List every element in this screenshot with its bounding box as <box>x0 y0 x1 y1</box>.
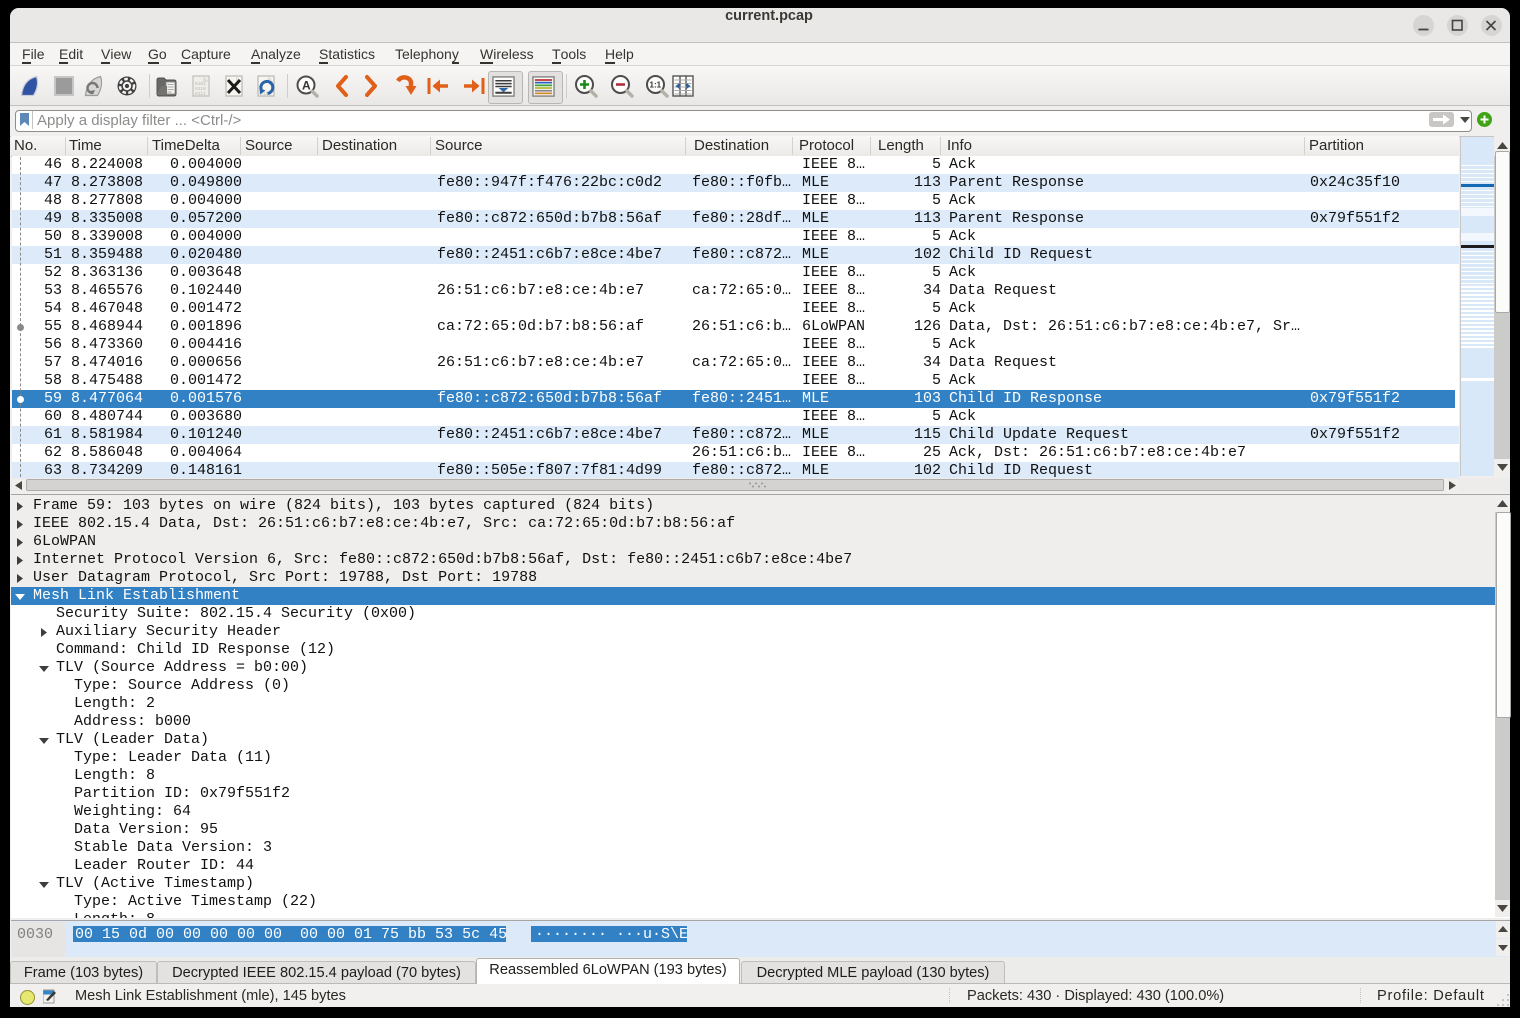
svg-text:A: A <box>302 79 311 93</box>
svg-text:0111: 0111 <box>195 91 206 97</box>
svg-text:1:1: 1:1 <box>650 81 662 90</box>
